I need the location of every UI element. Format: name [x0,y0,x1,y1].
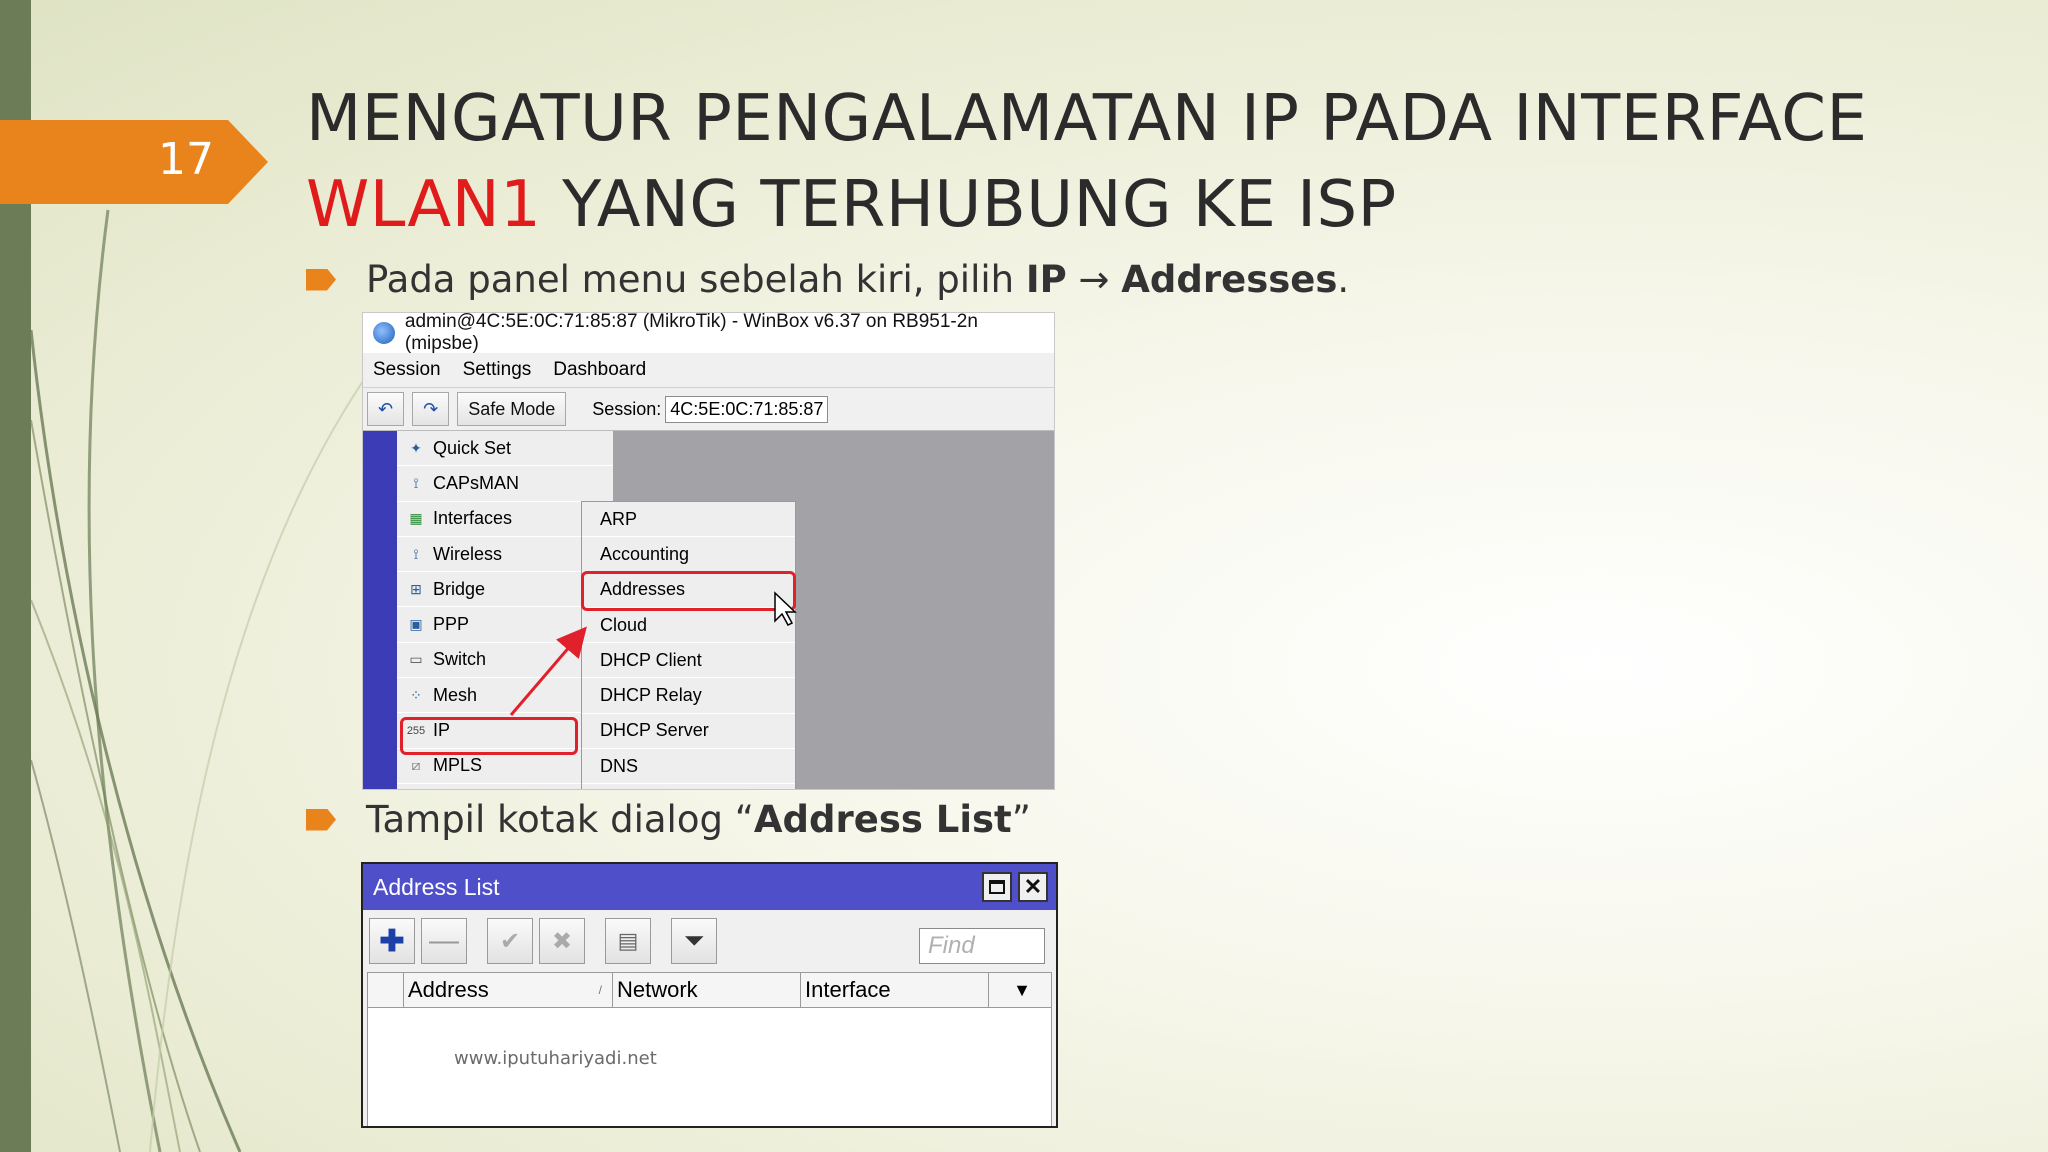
redo-icon: ↷ [423,398,439,419]
winbox-title: admin@4C:5E:0C:71:85:87 (MikroTik) - Win… [404,312,978,354]
find-input[interactable]: Find [919,928,1045,964]
column-menu-button[interactable]: ▼ [989,973,1051,1007]
close-button[interactable]: ✕ [1018,872,1048,902]
enable-button[interactable]: ✔ [487,918,533,964]
x-icon: ✖ [551,927,573,955]
maximize-button[interactable] [982,872,1012,902]
bullet-2-prefix: Tampil kotak dialog “ [366,798,754,841]
watermark-text: www.iputuhariyadi.net [454,1048,657,1069]
column-header-address[interactable]: Address / [404,973,613,1007]
menu-session[interactable]: Session [373,359,441,381]
address-list-title: Address List [373,873,500,900]
filter-icon: ⏷ [683,925,705,955]
column-header-interface[interactable]: Interface [801,973,989,1007]
column-header-interface-label: Interface [805,977,891,1002]
undo-icon: ↶ [378,398,394,419]
bullet-2-text: Tampil kotak dialog “Address List” [366,798,1031,841]
title-highlight: WLAN1 [306,168,542,242]
remove-button[interactable]: — [421,918,467,964]
column-header-network[interactable]: Network [613,973,801,1007]
page-number: 17 [158,134,214,185]
menu-settings[interactable]: Settings [463,359,532,381]
bullet-2-bold: Address List [753,798,1012,841]
comment-button[interactable]: ▤ [605,918,651,964]
winbox-toolbar: ↶ ↷ Safe Mode Session: 4C:5E:0C:71:85:87 [363,387,1054,431]
header-spacer [368,973,404,1007]
comment-icon: ▤ [617,928,639,953]
bullet-2: Tampil kotak dialog “Address List” [306,798,1031,841]
add-button[interactable]: ✚ [369,918,415,964]
bullet-2-suffix: ” [1011,798,1031,841]
column-header-network-label: Network [617,977,698,1002]
sort-icon: / [598,983,602,997]
winbox-titlebar: admin@4C:5E:0C:71:85:87 (MikroTik) - Win… [363,312,1054,354]
plus-icon: ✚ [379,924,405,958]
winbox-body: ✦ Quick Set ⟟ CAPsMAN ▦ Interfaces ⟟ Wireles… [363,431,1054,789]
address-list-header: Address / Network Interface ▼ [367,972,1052,1008]
slide-title: MENGATUR PENGALAMATAN IP PADA INTERFACE … [306,76,1867,248]
close-icon: ✕ [1023,874,1043,899]
address-list-dialog: Address List ✕ ✚ — ✔ ✖ ▤ ⏷ Find Address /… [361,862,1058,1128]
page-number-badge [0,120,268,204]
undo-button[interactable]: ↶ [367,392,405,426]
bullet-1-text: Pada panel menu sebelah kiri, pilih IP →… [366,258,1349,301]
dropdown-arrow-icon: ▼ [1013,979,1031,1000]
bullet-1: Pada panel menu sebelah kiri, pilih IP →… [306,258,1349,301]
check-icon: ✔ [499,927,521,955]
menu-dashboard[interactable]: Dashboard [553,359,646,381]
title-line-2-rest: YANG TERHUBUNG KE ISP [541,168,1397,242]
address-list-titlebar: Address List ✕ [363,864,1056,910]
minus-icon: — [429,924,459,957]
maximize-icon [989,880,1005,894]
redo-button[interactable]: ↷ [412,392,450,426]
bullet-1-prefix: Pada panel menu sebelah kiri, pilih [366,258,1026,301]
bullet-1-suffix: . [1337,258,1350,301]
session-label: Session: [592,398,662,419]
filter-button[interactable]: ⏷ [671,918,717,964]
winbox-menubar: Session Settings Dashboard [363,353,1054,387]
disable-button[interactable]: ✖ [539,918,585,964]
address-list-table: www.iputuhariyadi.net [367,1008,1052,1126]
winbox-screenshot: admin@4C:5E:0C:71:85:87 (MikroTik) - Win… [362,312,1055,790]
bullet-1-arrow: → [1066,258,1122,301]
safe-mode-button[interactable]: Safe Mode [457,392,567,426]
session-field[interactable]: 4C:5E:0C:71:85:87 [665,395,829,423]
pointer-arrow [509,591,797,716]
bullet-arrow-icon [306,268,336,291]
column-header-address-label: Address [408,977,489,1002]
winbox-logo-icon [373,322,395,344]
bullet-arrow-icon [306,808,336,831]
title-line-1: MENGATUR PENGALAMATAN IP PADA INTERFACE [306,82,1868,156]
title-line-2: WLAN1 YANG TERHUBUNG KE ISP [306,162,1867,248]
bullet-1-addresses: Addresses [1121,258,1338,301]
bullet-1-ip: IP [1025,258,1067,301]
